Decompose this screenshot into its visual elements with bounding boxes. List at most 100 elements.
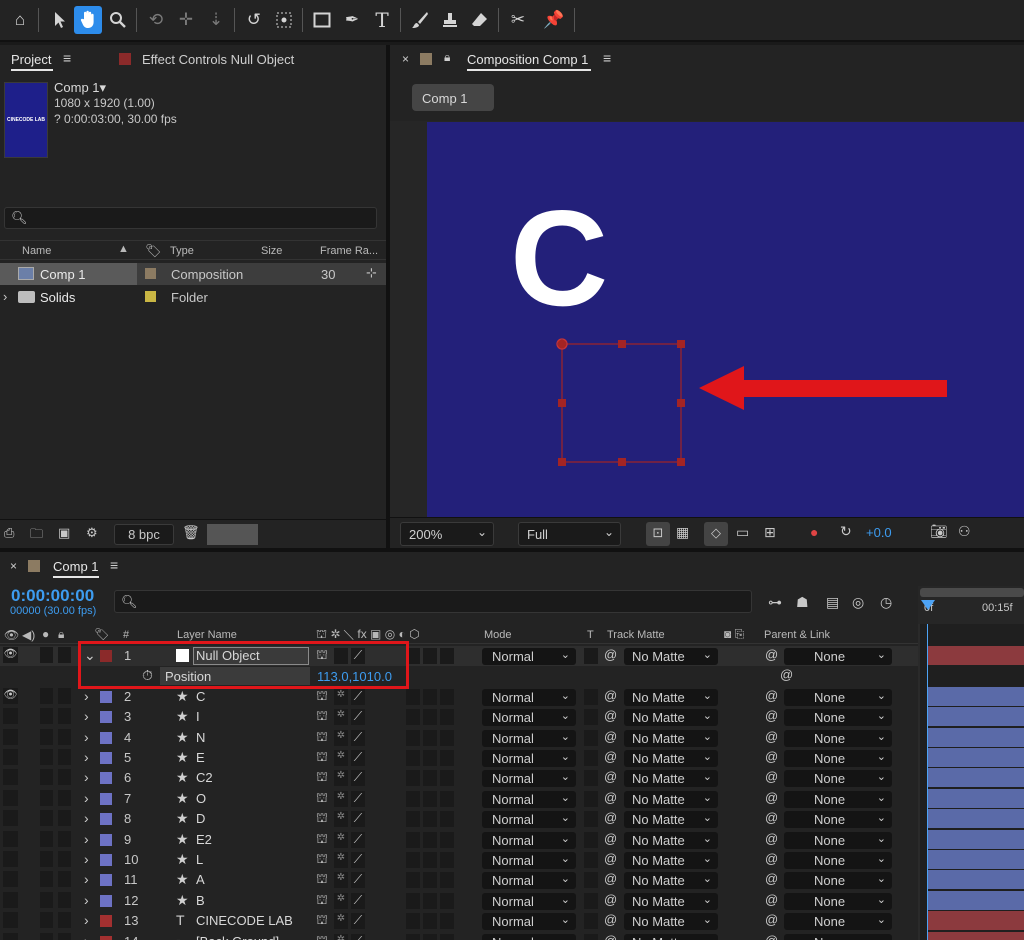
video-visibility-toggle[interactable] xyxy=(3,830,18,847)
layer-duration-bar[interactable] xyxy=(928,870,1024,890)
parent-pickwhip-icon[interactable]: @ xyxy=(765,790,778,805)
motion-blur-switch[interactable] xyxy=(406,913,420,930)
quality-switch-icon[interactable]: ⟋ xyxy=(351,811,365,828)
work-area-bar[interactable] xyxy=(920,588,1024,597)
pan-tool-icon[interactable]: ✛ xyxy=(172,6,200,34)
layer-name[interactable]: CINECODE LAB xyxy=(196,913,293,928)
magnification-dropdown[interactable]: 200% ⌄ xyxy=(400,522,494,546)
layer-label-color[interactable] xyxy=(100,792,112,805)
collapse-switch-icon[interactable]: ✲ xyxy=(334,913,348,930)
layer-duration-bar[interactable] xyxy=(928,890,1024,910)
layer-name[interactable]: C2 xyxy=(196,770,213,785)
preserve-transparency-toggle[interactable] xyxy=(584,750,598,766)
lock-toggle[interactable] xyxy=(58,871,71,888)
parent-dropdown[interactable]: None ⌄ xyxy=(784,750,892,767)
layer-duration-bar[interactable] xyxy=(928,727,1024,747)
layer-duration-bar[interactable] xyxy=(928,809,1024,829)
matte-pickwhip-icon[interactable]: @ xyxy=(604,892,617,907)
layer-row[interactable]: › 11 ★ A ⛫ ✲ ⟋ Normal ⌄ @ No Matte ⌄ @ Non… xyxy=(0,870,918,890)
fast-previews-icon[interactable]: ⊡ xyxy=(646,522,670,546)
3d-layer-switch[interactable] xyxy=(440,729,454,746)
solo-toggle[interactable] xyxy=(40,647,53,663)
parent-pickwhip-icon[interactable]: @ xyxy=(765,647,778,662)
rotation-tool-icon[interactable]: ↺ xyxy=(240,6,268,34)
show-snapshot-icon[interactable]: ⚇ xyxy=(958,523,971,540)
solo-toggle[interactable] xyxy=(40,851,53,867)
quality-switch-icon[interactable]: ⟋ xyxy=(351,790,365,807)
parent-dropdown[interactable]: None ⌄ xyxy=(784,688,892,706)
lock-toggle[interactable] xyxy=(58,891,71,908)
lock-toggle[interactable] xyxy=(58,912,71,929)
layer-label-color[interactable] xyxy=(100,813,112,826)
layer-row[interactable]: › 4 ★ N ⛫ ✲ ⟋ Normal ⌄ @ No Matte ⌄ @ None… xyxy=(0,728,918,748)
matte-pickwhip-icon[interactable]: @ xyxy=(604,729,617,744)
layer-name[interactable]: O xyxy=(196,791,206,806)
parent-dropdown[interactable]: None ⌄ xyxy=(784,872,892,890)
track-matte-dropdown[interactable]: No Matte ⌄ xyxy=(624,892,718,910)
solo-toggle[interactable] xyxy=(40,912,53,929)
adjustment-switch[interactable] xyxy=(423,648,437,664)
layer-duration-bar[interactable] xyxy=(928,911,1024,931)
roto-brush-tool-icon[interactable]: ✂ xyxy=(504,6,532,34)
trash-icon[interactable]: 🗑 xyxy=(182,524,200,541)
layer-row[interactable]: › 5 ★ E ⛫ ✲ ⟋ Normal ⌄ @ No Matte ⌄ @ None… xyxy=(0,748,918,768)
motion-blur-switch[interactable] xyxy=(406,872,420,889)
parent-pickwhip-icon[interactable]: @ xyxy=(765,851,778,866)
blend-mode-dropdown[interactable]: Normal ⌄ xyxy=(482,688,576,706)
shy-switch-icon[interactable]: ⛫ xyxy=(316,851,328,869)
collapse-switch-icon[interactable]: ✲ xyxy=(334,811,348,828)
layer-duration-bar[interactable] xyxy=(928,931,1024,940)
close-tab-icon[interactable]: × xyxy=(10,559,17,573)
layer-name[interactable]: E2 xyxy=(196,832,212,847)
parent-dropdown[interactable]: None ⌄ xyxy=(784,933,892,940)
collapse-switch-icon[interactable]: ✲ xyxy=(334,933,348,940)
collapse-switch-icon[interactable]: ✲ xyxy=(334,729,348,746)
blend-mode-dropdown[interactable]: Normal ⌄ xyxy=(482,913,576,931)
layer-label-color[interactable] xyxy=(100,894,112,907)
lock-switch-icon[interactable]: 🔒︎ xyxy=(58,627,64,642)
blend-mode-dropdown[interactable]: Normal ⌄ xyxy=(482,872,576,890)
3d-layer-switch[interactable] xyxy=(440,790,454,807)
video-visibility-toggle[interactable]: 👁︎ xyxy=(3,687,18,704)
motion-blur-switch[interactable] xyxy=(406,831,420,848)
current-timecode[interactable]: 0:00:00:00 xyxy=(11,586,94,606)
adjustment-switch[interactable] xyxy=(423,729,437,746)
shy-switch-icon[interactable]: ⛫ xyxy=(316,708,328,726)
collapse-switch-icon[interactable]: ✲ xyxy=(334,688,348,705)
label-color-swatch[interactable] xyxy=(145,268,156,279)
layer-name[interactable]: D xyxy=(196,811,205,826)
layer-name[interactable]: [Back Ground] xyxy=(196,934,279,940)
solo-toggle[interactable] xyxy=(40,728,53,745)
layer-label-color[interactable] xyxy=(100,935,112,940)
adjustment-switch[interactable] xyxy=(423,770,437,787)
layer-row[interactable]: › 13 T CINECODE LAB ⛫ ✲ ⟋ Normal ⌄ @ No M… xyxy=(0,911,918,931)
parent-dropdown[interactable]: None ⌄ xyxy=(784,790,892,808)
preserve-transparency-toggle[interactable] xyxy=(584,913,598,930)
parent-pickwhip-icon[interactable]: @ xyxy=(765,933,778,940)
solo-toggle[interactable] xyxy=(40,708,53,725)
preserve-transparency-toggle[interactable] xyxy=(584,872,598,889)
color-channels-icon[interactable]: ● xyxy=(810,524,818,540)
effect-controls-tab[interactable]: Effect Controls Null Object xyxy=(142,52,294,67)
video-visibility-toggle[interactable] xyxy=(3,728,18,745)
preserve-transparency-toggle[interactable] xyxy=(584,648,598,664)
expand-arrow-icon[interactable]: › xyxy=(84,851,89,867)
layer-duration-bar[interactable] xyxy=(928,707,1024,727)
preserve-transparency-toggle[interactable] xyxy=(584,811,598,828)
layer-name[interactable]: C xyxy=(196,689,205,704)
letter-c-layer[interactable]: C xyxy=(510,190,608,326)
layer-name[interactable]: E xyxy=(196,750,205,765)
track-matte-dropdown[interactable]: No Matte ⌄ xyxy=(624,933,718,940)
adjustment-switch[interactable] xyxy=(423,688,437,705)
matte-pickwhip-icon[interactable]: @ xyxy=(604,688,617,703)
track-matte-dropdown[interactable]: No Matte ⌄ xyxy=(624,750,718,767)
parent-dropdown[interactable]: None ⌄ xyxy=(784,729,892,747)
region-of-interest-icon[interactable]: ▭ xyxy=(736,524,749,541)
lock-toggle[interactable] xyxy=(58,647,71,663)
3d-layer-switch[interactable] xyxy=(440,750,454,766)
quality-switch-icon[interactable]: ⟋ xyxy=(351,913,365,930)
layer-row[interactable]: › 12 ★ B ⛫ ✲ ⟋ Normal ⌄ @ No Matte ⌄ @ Non… xyxy=(0,891,918,911)
parent-pickwhip-icon[interactable]: @ xyxy=(765,912,778,927)
adjustment-switch[interactable] xyxy=(423,709,437,726)
video-visibility-toggle[interactable] xyxy=(3,891,18,908)
